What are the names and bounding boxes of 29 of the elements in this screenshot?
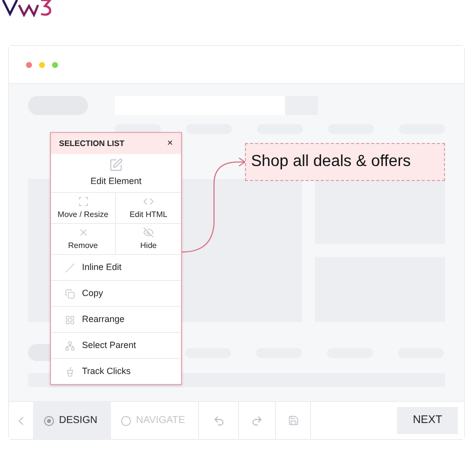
action-button[interactable]: Hide bbox=[116, 224, 181, 255]
undo-icon bbox=[212, 414, 224, 426]
crosshair-frame-icon bbox=[78, 196, 88, 206]
close-button[interactable]: × bbox=[167, 138, 173, 148]
action-button[interactable]: Edit HTML bbox=[116, 193, 181, 224]
save-icon bbox=[288, 415, 298, 426]
slash-icon bbox=[65, 262, 75, 272]
menu-item[interactable]: Select Parent bbox=[51, 333, 181, 359]
eye-off-icon bbox=[143, 226, 154, 238]
panel-title: SELECTION LIST bbox=[59, 138, 124, 150]
action-button[interactable]: Move / Resize bbox=[51, 193, 116, 224]
x-icon bbox=[78, 226, 88, 238]
menu-item[interactable]: Rearrange bbox=[51, 307, 181, 333]
action-button[interactable]: Remove bbox=[51, 224, 116, 255]
copy-icon bbox=[65, 288, 75, 298]
edit-element-button[interactable]: Edit Element bbox=[51, 154, 181, 193]
mode-tab[interactable]: DESIGN bbox=[33, 402, 111, 439]
logo-icon bbox=[2, 0, 52, 17]
menu-item[interactable]: Copy bbox=[51, 281, 181, 307]
menu-item[interactable]: Inline Edit bbox=[51, 255, 181, 281]
callout-text: Shop all deals & offers bbox=[251, 152, 411, 172]
menu-item[interactable]: Track Clicks bbox=[51, 359, 181, 385]
grid-icon bbox=[65, 314, 75, 324]
next-button[interactable]: NEXT bbox=[397, 407, 458, 434]
redo-icon bbox=[251, 414, 263, 426]
cup-icon bbox=[65, 367, 75, 377]
code-icon bbox=[143, 196, 154, 206]
hierarchy-icon bbox=[65, 340, 75, 350]
pencil-square-icon bbox=[109, 158, 123, 172]
